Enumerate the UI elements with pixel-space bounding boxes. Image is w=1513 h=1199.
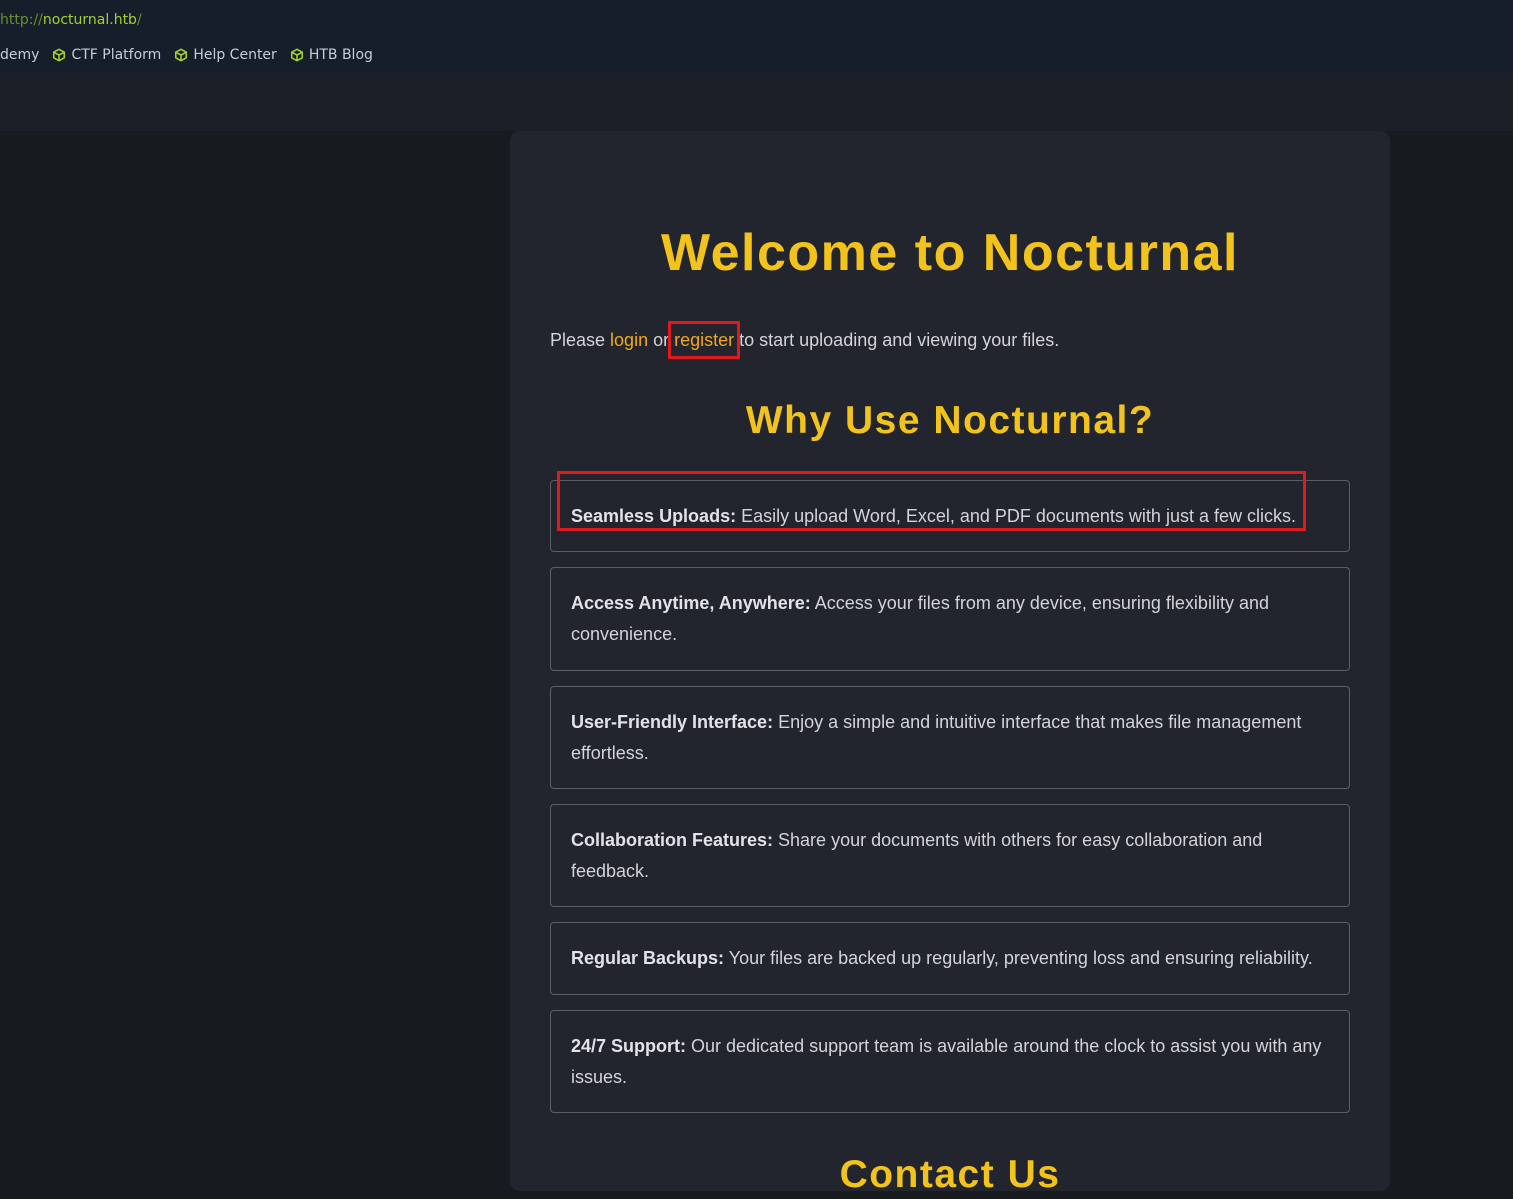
main-content-card: Welcome to Nocturnal Please login or reg… bbox=[510, 131, 1390, 1196]
feature-heading: Seamless Uploads: bbox=[571, 505, 737, 526]
bookmark-htb-blog[interactable]: HTB Blog bbox=[290, 47, 373, 63]
register-link[interactable]: register bbox=[674, 330, 734, 350]
feature-item: Access Anytime, Anywhere: Access your fi… bbox=[550, 567, 1350, 671]
feature-heading: Regular Backups: bbox=[571, 948, 725, 968]
bookmark-label: HTB Blog bbox=[308, 47, 373, 63]
bookmark-help-center[interactable]: Help Center bbox=[174, 47, 277, 63]
bookmark-label: Help Center bbox=[193, 47, 277, 63]
url-host: nocturnal.htb bbox=[42, 12, 137, 28]
cube-icon bbox=[290, 48, 303, 62]
why-section-title: Why Use Nocturnal? bbox=[745, 399, 1155, 442]
bookmarks-bar: demy CTF Platform Help Center HTB Blog bbox=[0, 45, 386, 65]
feature-heading: Collaboration Features: bbox=[571, 829, 774, 850]
intro-suffix: to start uploading and viewing your file… bbox=[734, 330, 1060, 350]
page-top-band bbox=[0, 73, 1513, 131]
intro-prefix: Please bbox=[550, 330, 611, 350]
feature-item: Regular Backups: Your files are backed u… bbox=[550, 922, 1350, 995]
bookmark-label: demy bbox=[0, 47, 40, 63]
contact-section-title: Contact Us bbox=[839, 1153, 1061, 1196]
url-scheme: http:// bbox=[0, 12, 43, 28]
intro-paragraph: Please login or register to start upload… bbox=[550, 328, 1350, 352]
bookmark-ctf-platform[interactable]: CTF Platform bbox=[52, 47, 161, 63]
feature-text: Easily upload Word, Excel, and PDF docum… bbox=[736, 505, 1296, 526]
feature-heading: User-Friendly Interface: bbox=[571, 711, 774, 732]
cube-icon bbox=[175, 48, 188, 62]
feature-item: Seamless Uploads: Easily upload Word, Ex… bbox=[550, 470, 1350, 552]
cube-icon bbox=[53, 48, 66, 62]
bookmark-academy[interactable]: demy bbox=[0, 47, 39, 63]
bookmark-label: CTF Platform bbox=[71, 47, 162, 63]
feature-item: 24/7 Support: Our dedicated support team… bbox=[550, 1010, 1350, 1113]
feature-item: User-Friendly Interface: Enjoy a simple … bbox=[550, 686, 1350, 789]
feature-text: Your files are backed up regularly, prev… bbox=[724, 948, 1313, 968]
login-link[interactable]: login bbox=[610, 330, 648, 350]
browser-chrome: http://nocturnal.htb/ demy CTF Platform … bbox=[0, 0, 1513, 73]
feature-heading: Access Anytime, Anywhere: bbox=[571, 593, 811, 613]
url-path: / bbox=[136, 12, 142, 28]
feature-heading: 24/7 Support: bbox=[571, 1035, 687, 1056]
feature-item: Collaboration Features: Share your docum… bbox=[550, 804, 1350, 907]
address-bar[interactable]: http://nocturnal.htb/ bbox=[0, 11, 142, 29]
page-title: Welcome to Nocturnal bbox=[660, 224, 1239, 282]
